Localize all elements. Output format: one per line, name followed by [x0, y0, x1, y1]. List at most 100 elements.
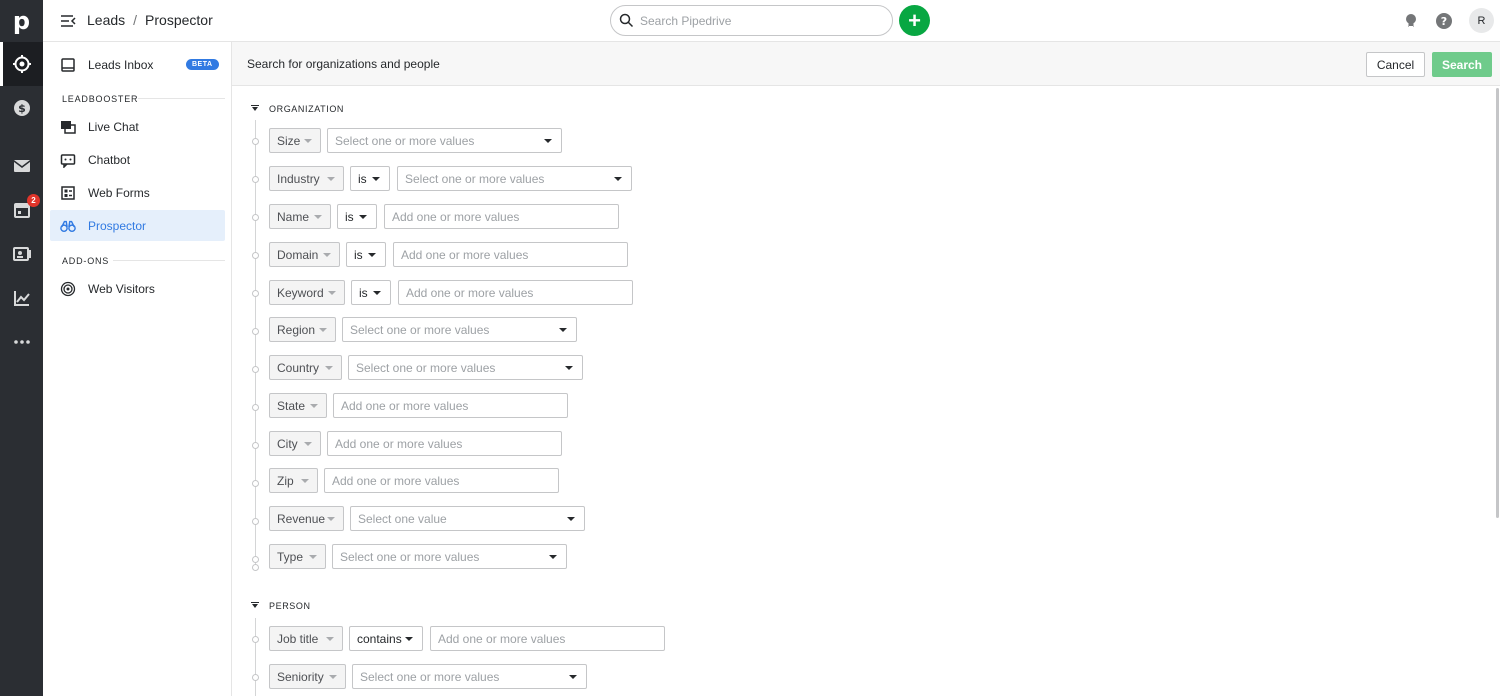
- filter-operator-select[interactable]: is: [337, 204, 377, 229]
- filter-operator-select[interactable]: is: [346, 242, 386, 267]
- beta-badge: BETA: [186, 59, 219, 70]
- insights-nav-icon[interactable]: [0, 276, 43, 320]
- activities-nav-icon[interactable]: 2: [0, 188, 43, 232]
- breadcrumb-separator: /: [133, 12, 138, 28]
- filter-field-select[interactable]: Zip: [269, 468, 318, 493]
- global-search[interactable]: [610, 5, 893, 36]
- filter-field-select[interactable]: Country: [269, 355, 342, 380]
- filter-text: is: [345, 209, 354, 224]
- filter-value-select[interactable]: Select one or more values: [342, 317, 577, 342]
- filter-value-input[interactable]: Add one or more values: [324, 468, 559, 493]
- filter-text: Add one or more values: [401, 247, 529, 262]
- filter-field-select[interactable]: Keyword: [269, 280, 345, 305]
- filter-field-select[interactable]: Industry: [269, 166, 344, 191]
- filter-text: Select one or more values: [340, 549, 480, 564]
- svg-text:?: ?: [1441, 15, 1447, 28]
- filter-value-select[interactable]: Select one or more values: [332, 544, 567, 569]
- filter-operator-select[interactable]: contains: [349, 626, 423, 651]
- filter-field-select[interactable]: City: [269, 431, 321, 456]
- pipedrive-logo[interactable]: p: [0, 0, 43, 42]
- filter-text: Size: [277, 133, 301, 148]
- breadcrumb-leads[interactable]: Leads: [87, 12, 125, 28]
- sidebar-item-chatbot[interactable]: Chatbot: [50, 144, 225, 175]
- search-button[interactable]: Search: [1432, 52, 1492, 77]
- filter-field-select[interactable]: Type: [269, 544, 326, 569]
- filter-text: Type: [277, 549, 304, 564]
- leads-sidebar: Leads Inbox BETA LEADBOOSTER Live Chat C…: [43, 42, 232, 696]
- leads-nav-icon[interactable]: [0, 42, 43, 86]
- filter-value-select[interactable]: Select one value: [350, 506, 585, 531]
- tips-lightbulb-icon[interactable]: [1401, 11, 1421, 31]
- filter-operator-select[interactable]: is: [351, 280, 391, 305]
- filter-text: Name: [277, 209, 310, 224]
- filter-field-select[interactable]: Seniority: [269, 664, 346, 689]
- chevron-down-icon: [614, 177, 622, 181]
- chevron-down-icon: [309, 555, 317, 559]
- chevron-down-icon: [327, 517, 335, 521]
- collapse-caret-icon[interactable]: [251, 602, 259, 608]
- filter-value-input[interactable]: Add one or more values: [430, 626, 665, 651]
- chevron-down-icon: [304, 139, 312, 143]
- sidebar-item-leads-inbox[interactable]: Leads Inbox BETA: [50, 49, 225, 80]
- filter-field-select[interactable]: Job title: [269, 626, 343, 651]
- collapse-caret-icon[interactable]: [251, 105, 259, 111]
- person-section-label: PERSON: [269, 601, 311, 611]
- filter-operator-select[interactable]: is: [350, 166, 390, 191]
- chevron-down-icon: [544, 139, 552, 143]
- filter-value-select[interactable]: Select one or more values: [327, 128, 562, 153]
- filter-value-input[interactable]: Add one or more values: [384, 204, 619, 229]
- target-icon: [12, 55, 31, 73]
- tree-node: [252, 564, 259, 571]
- chevron-down-icon: [565, 366, 573, 370]
- filter-field-select[interactable]: State: [269, 393, 327, 418]
- sidebar-item-web-visitors[interactable]: Web Visitors: [50, 273, 225, 304]
- sidebar-item-prospector[interactable]: Prospector: [50, 210, 225, 241]
- top-bar: Leads / Prospector + ? R: [43, 0, 1500, 42]
- filter-value-input[interactable]: Add one or more values: [393, 242, 628, 267]
- cancel-button[interactable]: Cancel: [1366, 52, 1425, 77]
- filter-text: Add one or more values: [341, 398, 469, 413]
- svg-text:$: $: [18, 102, 26, 115]
- filter-field-select[interactable]: Size: [269, 128, 321, 153]
- chatbot-icon: [60, 152, 76, 168]
- filter-value-input[interactable]: Add one or more values: [333, 393, 568, 418]
- quick-add-button[interactable]: +: [899, 5, 930, 36]
- menu-collapse-icon[interactable]: [59, 12, 77, 30]
- tree-node: [252, 404, 259, 411]
- sidebar-item-label: Prospector: [88, 218, 147, 233]
- filter-field-select[interactable]: Name: [269, 204, 331, 229]
- filter-field-select[interactable]: Revenue: [269, 506, 344, 531]
- filter-text: Select one value: [358, 511, 447, 526]
- filter-value-select[interactable]: Select one or more values: [352, 664, 587, 689]
- chevron-down-icon: [549, 555, 557, 559]
- filter-text: Add one or more values: [406, 285, 534, 300]
- filter-text: Select one or more values: [335, 133, 475, 148]
- filter-field-select[interactable]: Region: [269, 317, 336, 342]
- sidebar-item-label: Live Chat: [88, 119, 139, 134]
- prospector-header: Search for organizations and people Canc…: [232, 42, 1500, 86]
- tree-node: [252, 138, 259, 145]
- web-visitors-icon: [60, 281, 76, 297]
- search-input[interactable]: [640, 13, 870, 28]
- chevron-down-icon: [405, 637, 413, 641]
- filter-text: Country: [277, 360, 320, 375]
- contacts-icon: [12, 247, 31, 261]
- filter-value-select[interactable]: Select one or more values: [348, 355, 583, 380]
- inbox-icon: [60, 57, 76, 73]
- sidebar-item-live-chat[interactable]: Live Chat: [50, 111, 225, 142]
- user-avatar[interactable]: R: [1469, 8, 1494, 33]
- sidebar-item-web-forms[interactable]: Web Forms: [50, 177, 225, 208]
- chevron-down-icon: [304, 442, 312, 446]
- mail-nav-icon[interactable]: [0, 144, 43, 188]
- filter-text: Keyword: [277, 285, 324, 300]
- filter-value-input[interactable]: Add one or more values: [398, 280, 633, 305]
- scrollbar[interactable]: [1496, 88, 1499, 518]
- filter-value-input[interactable]: Add one or more values: [327, 431, 562, 456]
- help-icon[interactable]: ?: [1434, 11, 1454, 31]
- more-nav-icon[interactable]: [0, 320, 43, 364]
- deals-nav-icon[interactable]: $: [0, 86, 43, 130]
- filter-field-select[interactable]: Domain: [269, 242, 340, 267]
- contacts-nav-icon[interactable]: [0, 232, 43, 276]
- main-nav-rail: p $ 2: [0, 0, 43, 696]
- filter-value-select[interactable]: Select one or more values: [397, 166, 632, 191]
